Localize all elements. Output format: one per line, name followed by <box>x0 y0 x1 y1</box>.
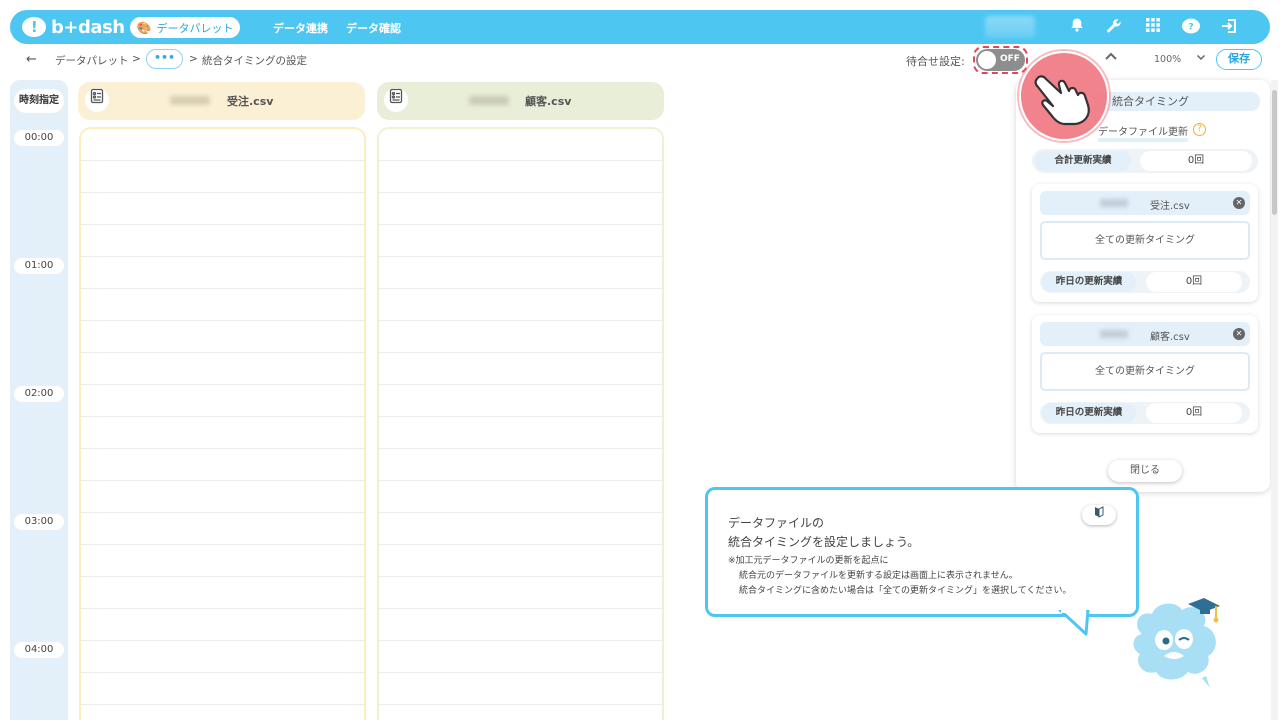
tooltip-note: ※加工元データファイルの更新を起点に <box>728 556 889 566</box>
pointing-hand-icon <box>1019 51 1109 141</box>
blurred-text <box>1100 330 1128 338</box>
blurred-text <box>1100 199 1128 207</box>
card-file-name: 受注.csv <box>1150 201 1190 212</box>
card-header: 受注.csv ✕ <box>1040 191 1250 215</box>
blurred-text <box>170 96 210 105</box>
time-label: 02:00 <box>14 386 64 402</box>
back-arrow-icon[interactable]: ← <box>26 52 37 67</box>
integration-timing-panel: 統合タイミング データファイル更新 ? 合計更新実績 0回 受注.csv ✕ 全… <box>1016 80 1270 492</box>
wait-setting-label: 待合せ設定: <box>906 55 965 68</box>
total-update-label: 合計更新実績 <box>1035 151 1131 171</box>
user-info-blurred[interactable] <box>985 16 1035 38</box>
time-label: 01:00 <box>14 258 64 274</box>
remove-icon[interactable]: ✕ <box>1233 197 1245 209</box>
time-label: 04:00 <box>14 642 64 658</box>
help-icon[interactable]: ? <box>1193 123 1206 136</box>
breadcrumb-more-button[interactable]: ••• <box>146 49 183 69</box>
yesterday-update-row: 昨日の更新実績 0回 <box>1040 271 1250 293</box>
brand-name: b+dash <box>51 16 125 38</box>
logo-mark-icon: ! <box>22 17 46 37</box>
file-column-header[interactable]: 顧客.csv <box>377 82 664 120</box>
blurred-text <box>469 96 509 105</box>
svg-text:?: ? <box>1188 23 1193 33</box>
palette-icon: 🎨 <box>136 20 152 35</box>
file-list-icon <box>384 88 408 112</box>
wait-setting-toggle[interactable]: OFF <box>976 49 1025 71</box>
bell-icon[interactable] <box>1066 17 1088 37</box>
card-file-name: 顧客.csv <box>1150 332 1190 343</box>
file-name: 受注.csv <box>227 95 274 108</box>
breadcrumb-separator: > <box>189 53 198 65</box>
mascot-icon <box>1133 598 1220 688</box>
total-update-row: 合計更新実績 0回 <box>1032 149 1258 173</box>
help-chat-icon[interactable]: ? <box>1180 17 1202 37</box>
file-column-header[interactable]: 受注.csv <box>78 82 365 120</box>
guide-tooltip: データファイルの 統合タイミングを設定しましょう。 ※加工元データファイルの更新… <box>705 487 1139 617</box>
save-button[interactable]: 保存 <box>1216 49 1262 70</box>
grid-icon[interactable] <box>1142 17 1164 37</box>
timing-select[interactable]: 全ての更新タイミング <box>1040 352 1250 391</box>
toggle-knob <box>978 51 996 69</box>
time-column: 時刻指定 00:00 01:00 02:00 03:00 04:00 <box>10 80 68 720</box>
time-label: 00:00 <box>14 130 64 146</box>
collapse-caret-icon[interactable] <box>1104 48 1118 67</box>
beginner-mark-icon[interactable] <box>1082 505 1116 525</box>
yesterday-update-value: 0回 <box>1146 403 1242 423</box>
tooltip-tail <box>1058 610 1090 636</box>
time-column-header[interactable]: 時刻指定 <box>14 89 64 113</box>
close-button[interactable]: 閉じる <box>1108 460 1182 482</box>
total-update-value: 0回 <box>1140 151 1252 171</box>
nav-item-data-link[interactable]: データ連携 <box>273 20 328 36</box>
panel-subtitle: データファイル更新 <box>1098 123 1188 142</box>
zoom-select[interactable]: 100% <box>1130 50 1210 70</box>
brand-logo[interactable]: ! b+dash <box>22 14 125 40</box>
time-label: 03:00 <box>14 514 64 530</box>
breadcrumb-separator: > <box>132 53 141 65</box>
file-column-body[interactable] <box>79 127 366 720</box>
chevron-down-icon <box>1196 52 1206 65</box>
nav-item-data-palette[interactable]: 🎨 データパレット <box>130 17 240 38</box>
tooltip-note: 統合元のデータファイルを更新する設定は画面上に表示されません。 <box>739 571 1018 581</box>
card-header: 顧客.csv ✕ <box>1040 322 1250 346</box>
tooltip-line: 統合タイミングを設定しましょう。 <box>728 535 920 549</box>
file-list-icon <box>85 88 109 112</box>
scrollbar-thumb[interactable] <box>1272 90 1277 215</box>
yesterday-update-value: 0回 <box>1146 272 1242 292</box>
timing-select[interactable]: 全ての更新タイミング <box>1040 221 1250 260</box>
breadcrumb-current: 統合タイミングの設定 <box>202 55 307 67</box>
yesterday-update-label: 昨日の更新実績 <box>1042 403 1136 423</box>
yesterday-update-row: 昨日の更新実績 0回 <box>1040 402 1250 424</box>
remove-icon[interactable]: ✕ <box>1233 328 1245 340</box>
logout-icon[interactable] <box>1219 17 1241 37</box>
panel-title: 統合タイミング <box>1092 92 1260 111</box>
toggle-state: OFF <box>1000 54 1020 64</box>
file-timing-card: 顧客.csv ✕ 全ての更新タイミング 昨日の更新実績 0回 <box>1032 315 1258 433</box>
file-column-body[interactable] <box>377 127 664 720</box>
top-nav: ! b+dash 🎨 データパレット データ連携 データ確認 ? <box>10 10 1270 44</box>
zoom-value: 100% <box>1154 54 1182 65</box>
file-timing-card: 受注.csv ✕ 全ての更新タイミング 昨日の更新実績 0回 <box>1032 184 1258 302</box>
yesterday-update-label: 昨日の更新実績 <box>1042 272 1136 292</box>
nav-item-label: データパレット <box>156 21 234 35</box>
breadcrumb-root[interactable]: データパレット <box>55 53 129 68</box>
tooltip-note: 統合タイミングに含めたい場合は「全ての更新タイミング」を選択してください。 <box>739 586 1072 596</box>
wrench-icon[interactable] <box>1103 17 1125 37</box>
nav-item-data-check[interactable]: データ確認 <box>346 20 401 36</box>
file-name: 顧客.csv <box>525 95 572 108</box>
tooltip-line: データファイルの <box>728 516 825 530</box>
